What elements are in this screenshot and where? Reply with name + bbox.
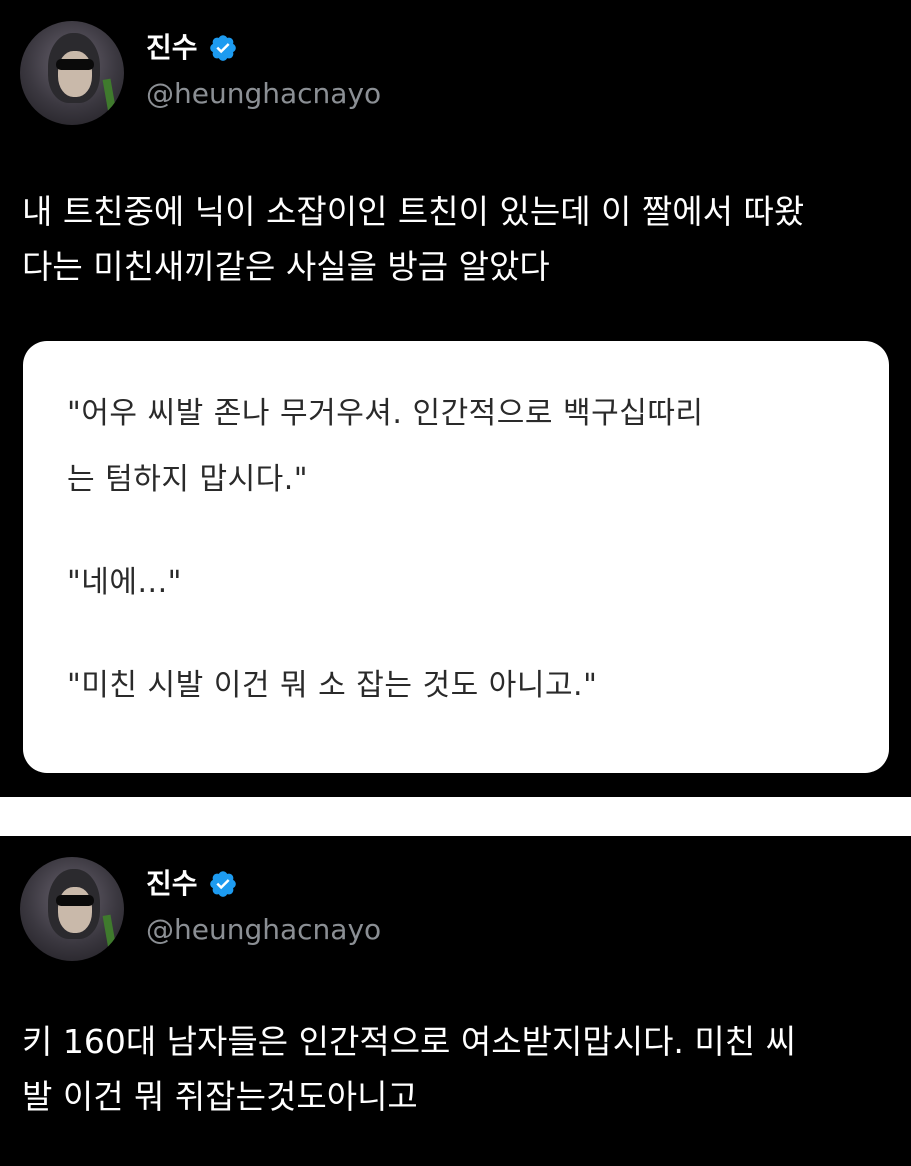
avatar-face xyxy=(58,887,92,933)
quote-line-1: "어우 씨발 존나 무거우셔. 인간적으로 백구십따리 xyxy=(67,396,704,431)
quote-line-2: 는 텀하지 맙시다." xyxy=(67,462,309,497)
verified-badge-icon xyxy=(209,871,236,897)
avatar[interactable] xyxy=(20,21,124,125)
avatar-background-stripe xyxy=(102,78,118,120)
verified-badge-icon xyxy=(209,35,236,61)
author-name-row: 진수 xyxy=(146,31,238,65)
tweet-text: 키 160대 남자들은 인간적으로 여소받지맙시다. 미친 씨 발 이건 뭐 쥐… xyxy=(22,1022,796,1116)
avatar-sunglasses xyxy=(56,59,94,70)
author-name[interactable]: 진수 xyxy=(146,867,198,901)
quote-image-card[interactable]: "어우 씨발 존나 무거우셔. 인간적으로 백구십따리 는 텀하지 맙시다." … xyxy=(23,341,889,773)
tweet-text: 내 트친중에 닉이 소잡이인 트친이 있는데 이 짤에서 따왔 다는 미친새끼같… xyxy=(22,192,805,286)
avatar[interactable] xyxy=(20,857,124,961)
author-name[interactable]: 진수 xyxy=(146,31,198,65)
avatar-background-stripe xyxy=(102,914,118,956)
tweet-1: 진수 @heunghacnayo 내 트친중에 닉이 소잡이인 트친이 있는데 … xyxy=(0,0,911,797)
author-handle[interactable]: @heunghacnayo xyxy=(146,911,381,949)
author-name-row: 진수 xyxy=(146,867,238,901)
avatar-sunglasses xyxy=(56,895,94,906)
author-handle[interactable]: @heunghacnayo xyxy=(146,75,381,113)
avatar-face xyxy=(58,51,92,97)
quote-line-4: "미친 시발 이건 뭐 소 잡는 것도 아니고." xyxy=(67,668,598,703)
quote-line-3: "네에..." xyxy=(67,565,182,600)
tweet-2: 진수 @heunghacnayo 키 160대 남자들은 인간적으로 여소받지맙… xyxy=(0,836,911,1166)
